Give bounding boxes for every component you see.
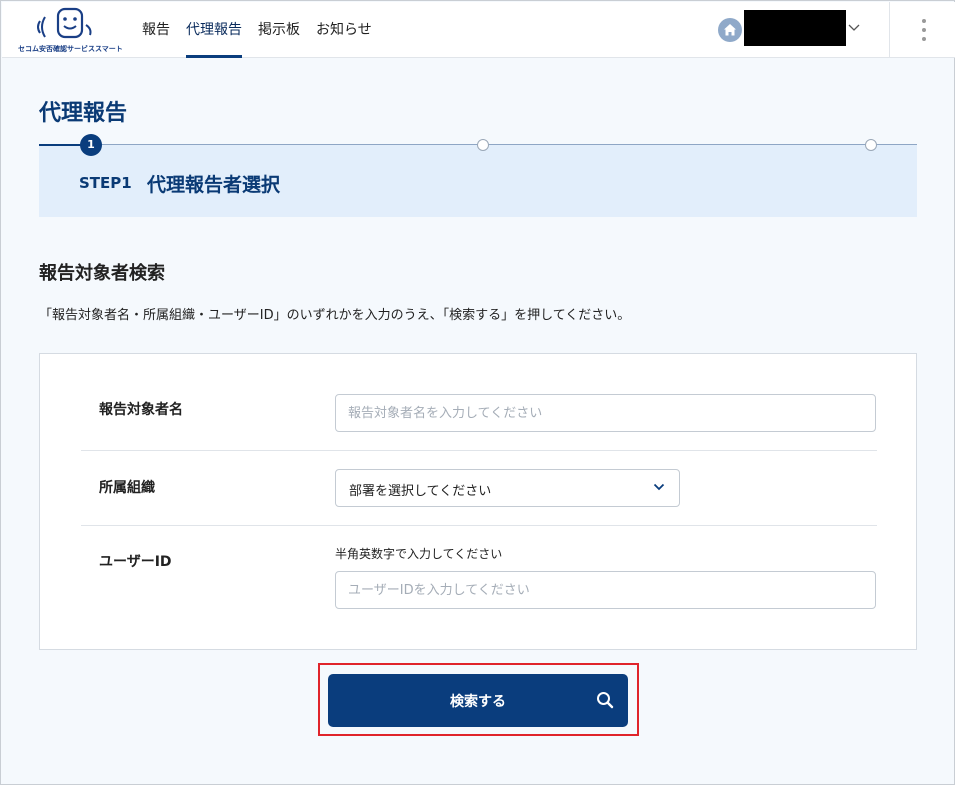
search-button-label: 検索する — [450, 693, 506, 709]
main-nav: 報告 代理報告 掲示板 お知らせ — [142, 2, 388, 58]
kebab-menu-icon[interactable] — [918, 17, 930, 43]
search-form-card: 報告対象者名 所属組織 部署を選択してください ユーザーID 半角英数字で入力し… — [39, 353, 917, 650]
nav-item-report[interactable]: 報告 — [142, 2, 170, 58]
chevron-down-icon — [848, 24, 860, 31]
nav-item-bulletin-board[interactable]: 掲示板 — [258, 2, 300, 58]
name-field-label: 報告対象者名 — [99, 402, 183, 418]
step-title: 代理報告者選択 — [147, 174, 281, 196]
step-1-indicator: 1 — [80, 134, 102, 156]
page-title: 代理報告 — [39, 101, 128, 126]
header-divider — [889, 2, 890, 58]
user-menu[interactable] — [718, 10, 868, 46]
search-button[interactable]: 検索する — [328, 674, 628, 727]
nav-item-proxy-report[interactable]: 代理報告 — [186, 2, 242, 58]
organization-select[interactable]: 部署を選択してください — [335, 469, 680, 507]
user-name-redacted — [744, 10, 846, 46]
instruction-text: 「報告対象者名・所属組織・ユーザーID」のいずれかを入力のうえ、「検索する」を押… — [39, 308, 631, 323]
name-input[interactable] — [335, 394, 876, 432]
row-divider — [81, 525, 877, 526]
step-2-indicator — [477, 139, 489, 151]
section-title: 報告対象者検索 — [39, 263, 165, 284]
step-label: STEP1 — [79, 174, 132, 192]
logo[interactable]: セコム安否確認サービススマート — [18, 7, 123, 55]
organization-field-label: 所属組織 — [99, 480, 155, 496]
user-id-field-label: ユーザーID — [99, 554, 172, 570]
organization-select-value: 部署を選択してください — [349, 484, 492, 499]
nav-item-notices[interactable]: お知らせ — [316, 2, 372, 58]
top-header: セコム安否確認サービススマート 報告 代理報告 掲示板 お知らせ — [2, 2, 955, 58]
app-frame: セコム安否確認サービススマート 報告 代理報告 掲示板 お知らせ 代理報告 ST… — [0, 0, 955, 785]
home-icon — [718, 18, 742, 42]
row-divider — [81, 450, 877, 451]
step-banner: STEP1 代理報告者選択 — [39, 145, 917, 217]
logo-text: セコム安否確認サービススマート — [18, 45, 123, 53]
search-icon — [597, 692, 614, 709]
logo-mascot-icon — [37, 7, 92, 39]
chevron-down-icon — [653, 483, 665, 491]
step-3-indicator — [865, 139, 877, 151]
user-id-input[interactable] — [335, 571, 876, 609]
user-id-hint: 半角英数字で入力してください — [335, 547, 503, 561]
